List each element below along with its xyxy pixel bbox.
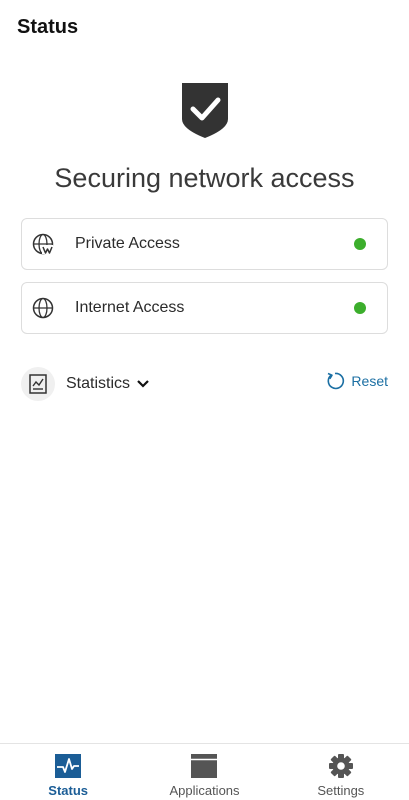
nav-item-status[interactable]: Status: [0, 744, 136, 800]
report-icon: [21, 367, 55, 401]
status-headline: Securing network access: [54, 163, 355, 193]
status-screen: Status Securing network access Private A…: [0, 0, 409, 800]
pulse-icon: [55, 754, 82, 778]
status-indicator-dot: [354, 238, 366, 250]
chevron-down-icon[interactable]: [136, 377, 150, 391]
bottom-navigation: Status Applications Settings: [0, 743, 409, 800]
globe-icon: [31, 296, 55, 320]
nav-label: Status: [48, 783, 89, 798]
nav-item-settings[interactable]: Settings: [273, 744, 409, 800]
access-label: Internet Access: [75, 299, 185, 316]
window-icon: [191, 754, 218, 778]
nav-label: Applications: [169, 783, 240, 798]
refresh-icon: [327, 372, 345, 390]
statistics-toggle[interactable]: Statistics: [66, 375, 130, 393]
status-indicator-dot: [354, 302, 366, 314]
shield-check-icon: [182, 83, 228, 138]
globe-network-icon: [31, 232, 55, 256]
nav-label: Settings: [317, 783, 365, 798]
reset-button[interactable]: Reset: [325, 371, 388, 391]
statistics-row: Statistics Reset: [21, 366, 388, 402]
nav-item-applications[interactable]: Applications: [136, 744, 272, 800]
private-access-card[interactable]: Private Access: [21, 218, 388, 270]
gear-icon: [328, 754, 353, 778]
access-label: Private Access: [75, 235, 180, 252]
internet-access-card[interactable]: Internet Access: [21, 282, 388, 334]
page-title: Status: [17, 16, 79, 38]
reset-label: Reset: [351, 373, 388, 389]
